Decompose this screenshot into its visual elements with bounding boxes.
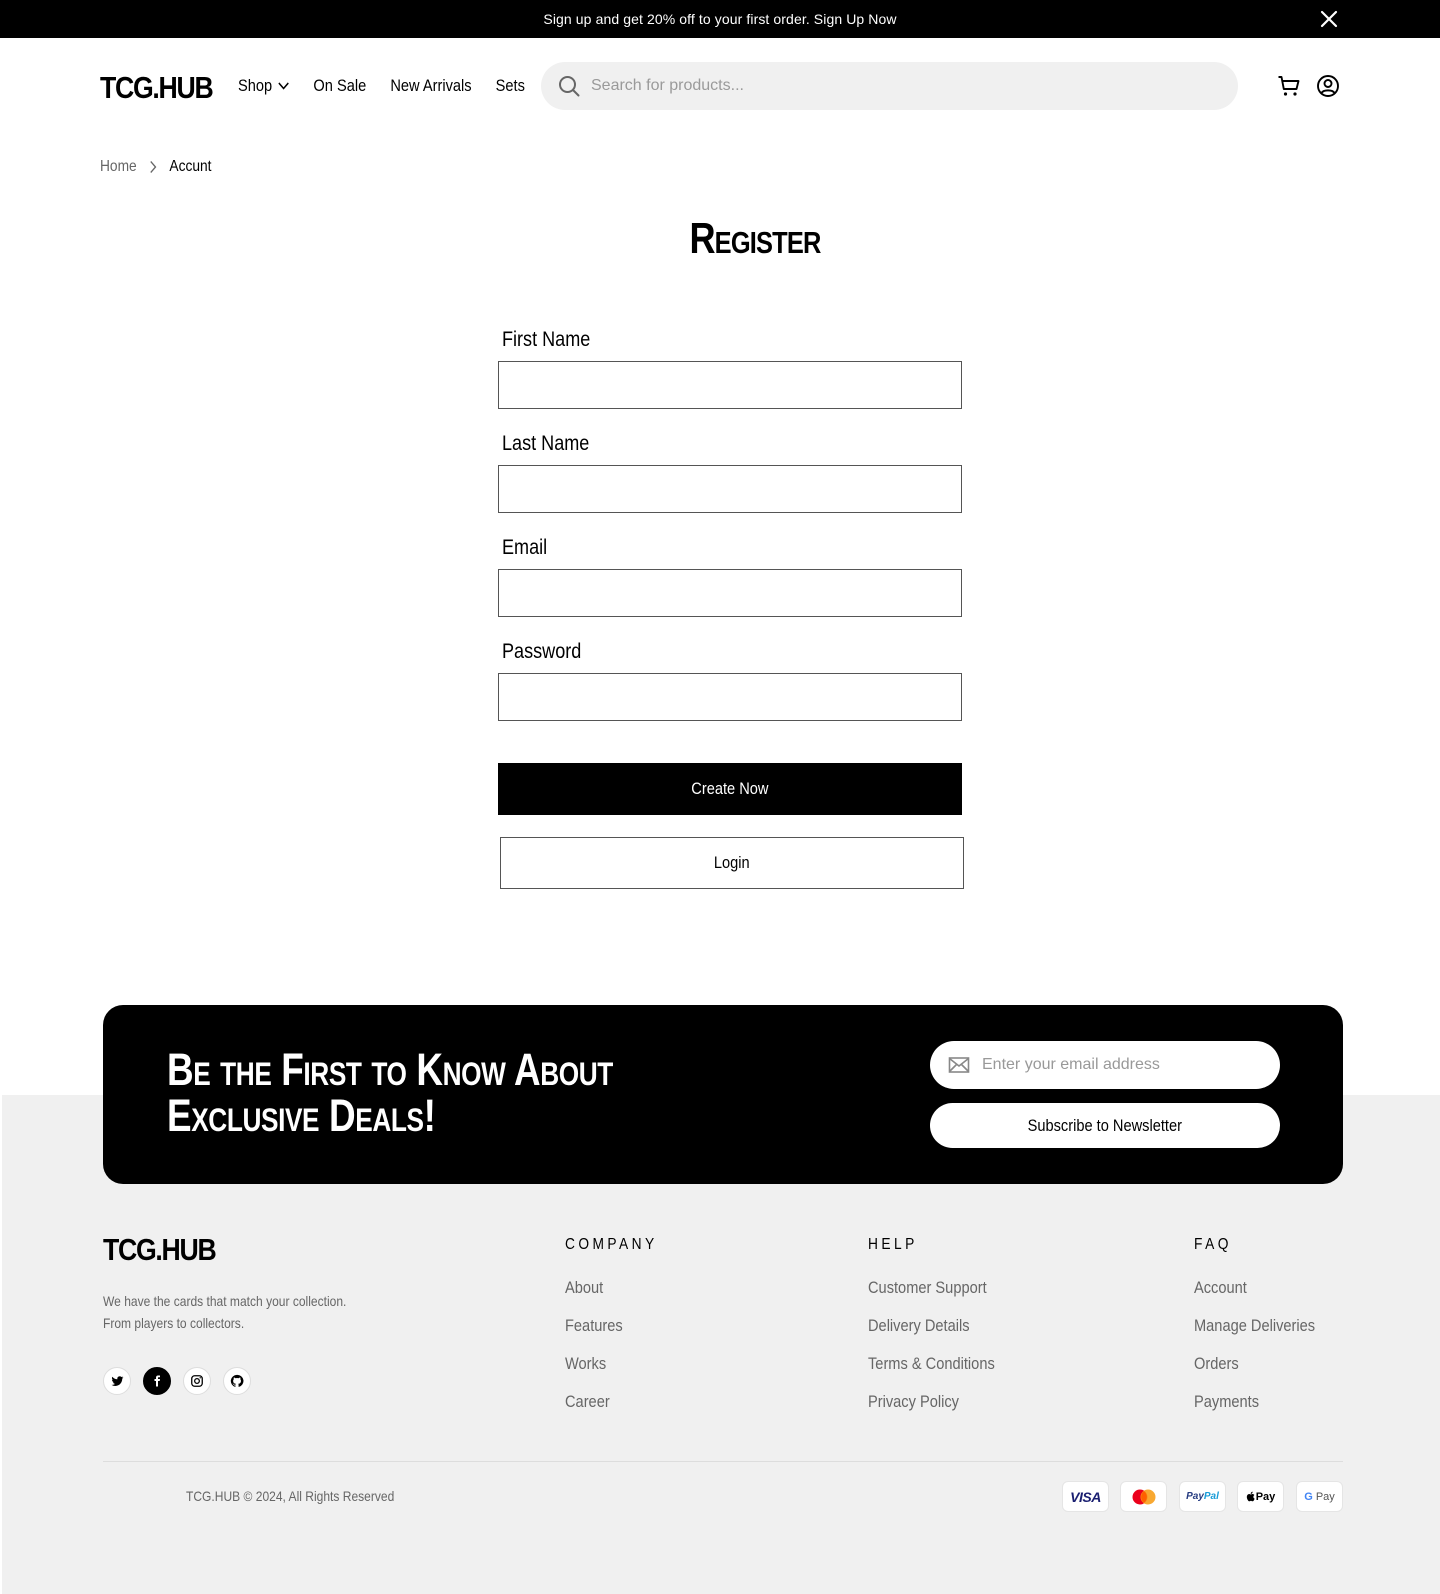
instagram-icon[interactable] xyxy=(183,1367,211,1395)
login-label: Login xyxy=(714,853,750,872)
footer-faq-title: FAQ xyxy=(1194,1236,1232,1253)
nav-shop-label: Shop xyxy=(238,76,273,95)
footer-tagline-line1: We have the cards that match your collec… xyxy=(103,1293,347,1309)
cart-icon[interactable] xyxy=(1277,74,1301,98)
newsletter-banner: Be the First to Know About Exclusive Dea… xyxy=(103,1005,1343,1184)
visa-label: VISA xyxy=(1070,1488,1101,1505)
nav-sets[interactable]: Sets xyxy=(496,76,525,96)
footer-link-privacy[interactable]: Privacy Policy xyxy=(868,1392,959,1412)
newsletter-email-box xyxy=(930,1041,1280,1089)
search-input[interactable] xyxy=(591,62,1211,110)
footer-link-features[interactable]: Features xyxy=(565,1316,623,1336)
footer-link-manage-deliveries[interactable]: Manage Deliveries xyxy=(1194,1316,1315,1336)
user-account-icon[interactable] xyxy=(1316,74,1340,98)
chevron-down-icon xyxy=(278,82,289,90)
footer-link-works[interactable]: Works xyxy=(565,1354,606,1374)
copyright-text: TCG.HUB © 2024, All Rights Reserved xyxy=(186,1488,395,1504)
email-field[interactable] xyxy=(498,569,962,617)
newsletter-title: Be the First to Know About Exclusive Dea… xyxy=(167,1044,613,1141)
page-title: Register xyxy=(689,214,821,263)
footer-link-career[interactable]: Career xyxy=(565,1392,610,1412)
login-button[interactable]: Login xyxy=(500,837,964,889)
password-field[interactable] xyxy=(498,673,962,721)
footer-company-title: COMPANY xyxy=(565,1236,658,1253)
subscribe-label: Subscribe to Newsletter xyxy=(1027,1115,1183,1135)
last-name-label: Last Name xyxy=(502,432,590,455)
footer-tagline: We have the cards that match your collec… xyxy=(103,1290,346,1334)
first-name-field[interactable] xyxy=(498,361,962,409)
footer-tagline-line2: From players to collectors. xyxy=(103,1315,245,1331)
paypal-icon: PayPal xyxy=(1179,1481,1226,1512)
announcement-text[interactable]: Sign up and get 20% off to your first or… xyxy=(0,0,1440,38)
breadcrumb-current: Accunt xyxy=(169,158,212,175)
email-label: Email xyxy=(502,536,548,559)
breadcrumb: Home Accunt xyxy=(100,158,211,176)
create-account-label: Create Now xyxy=(691,779,769,798)
subscribe-button[interactable]: Subscribe to Newsletter xyxy=(930,1103,1280,1148)
nav-new-arrivals[interactable]: New Arrivals xyxy=(390,76,471,96)
close-icon[interactable] xyxy=(1318,8,1340,30)
search-icon xyxy=(559,76,580,97)
facebook-icon[interactable] xyxy=(143,1367,171,1395)
footer-divider xyxy=(103,1461,1343,1462)
main-nav: Shop On Sale New Arrivals Sets xyxy=(238,76,549,96)
google-pay-icon: G Pay xyxy=(1296,1481,1343,1512)
first-name-label: First Name xyxy=(502,328,591,351)
nav-on-sale[interactable]: On Sale xyxy=(313,76,366,96)
footer-link-terms[interactable]: Terms & Conditions xyxy=(868,1354,995,1374)
footer-link-orders[interactable]: Orders xyxy=(1194,1354,1239,1374)
footer-link-delivery-details[interactable]: Delivery Details xyxy=(868,1316,970,1336)
create-account-button[interactable]: Create Now xyxy=(498,763,962,815)
footer-link-account[interactable]: Account xyxy=(1194,1278,1247,1298)
site-logo[interactable]: TCG.HUB xyxy=(100,70,214,106)
github-icon[interactable] xyxy=(223,1367,251,1395)
mastercard-icon xyxy=(1120,1481,1167,1512)
footer-link-customer-support[interactable]: Customer Support xyxy=(868,1278,987,1298)
footer-logo[interactable]: TCG.HUB xyxy=(103,1232,217,1268)
footer-link-payments[interactable]: Payments xyxy=(1194,1392,1259,1412)
search-bar xyxy=(541,62,1238,110)
newsletter-email-input[interactable] xyxy=(982,1041,1262,1089)
last-name-field[interactable] xyxy=(498,465,962,513)
apple-pay-icon: Pay xyxy=(1237,1481,1284,1512)
twitter-icon[interactable] xyxy=(103,1367,131,1395)
footer-link-about[interactable]: About xyxy=(565,1278,603,1298)
footer-help-title: HELP xyxy=(868,1236,918,1253)
chevron-right-icon xyxy=(150,160,157,174)
visa-icon: VISA xyxy=(1062,1481,1109,1512)
nav-shop[interactable]: Shop xyxy=(238,76,289,96)
announcement-bar: Sign up and get 20% off to your first or… xyxy=(0,0,1440,38)
breadcrumb-home[interactable]: Home xyxy=(100,158,137,176)
password-label: Password xyxy=(502,640,582,663)
mail-icon xyxy=(948,1057,970,1073)
